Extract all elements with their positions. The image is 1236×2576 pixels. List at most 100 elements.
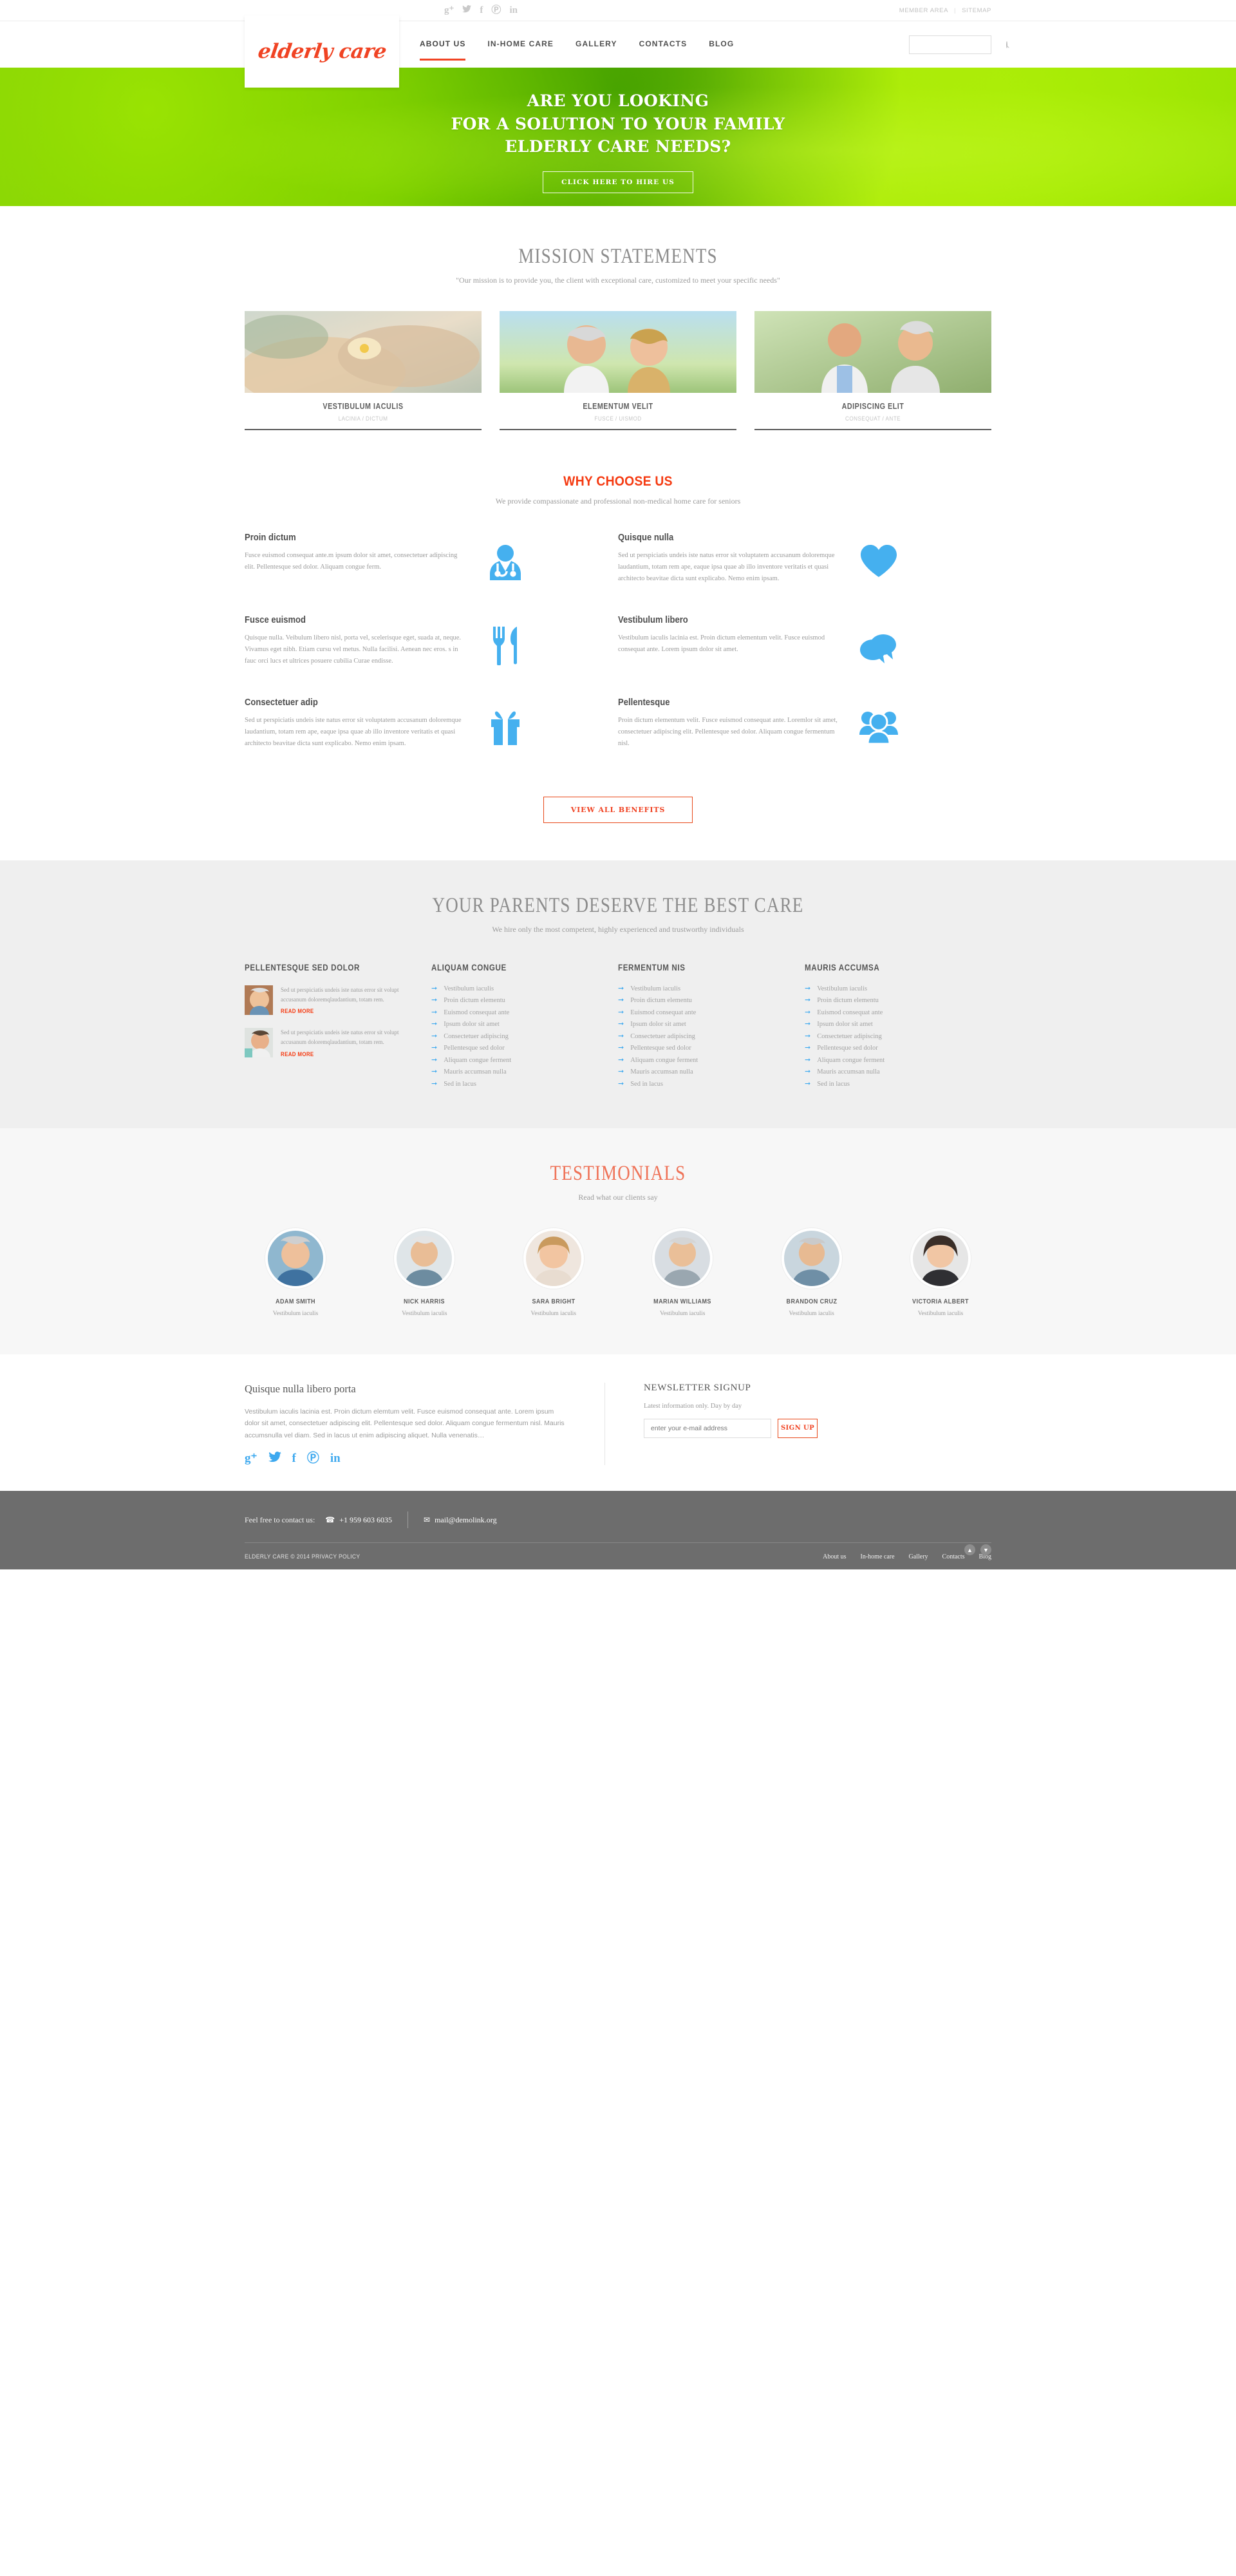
benefit-title: Consectetuer adip [245, 697, 318, 708]
member-area-link[interactable]: MEMBER AREA [899, 7, 948, 14]
mission-card[interactable]: VESTIBULUM IACULIS LACINIA / DICTUM [245, 310, 482, 430]
about-widget: Quisque nulla libero porta Vestibulum ia… [245, 1382, 605, 1465]
testimonial-name: VICTORIA ALBERT [912, 1297, 969, 1305]
hire-us-button[interactable]: CLICK HERE TO HIRE US [543, 171, 693, 193]
pinterest-icon[interactable]: Ⓟ [491, 5, 501, 15]
email-contact[interactable]: ✉ mail@demolink.org [424, 1515, 497, 1525]
linkedin-icon[interactable]: in [509, 5, 518, 15]
list-item[interactable]: ➞ Pellentesque sed dolor [805, 1045, 973, 1052]
mission-card[interactable]: ADIPISCING ELIT CONSEQUAT / ANTE [754, 310, 991, 430]
list-item[interactable]: ➞ Proin dictum elementu [431, 997, 600, 1005]
arrow-right-icon: ➞ [805, 984, 811, 992]
avatar [781, 1227, 842, 1289]
mission-card[interactable]: ELEMENTUM VELIT FUSCE / UISMOD [500, 310, 736, 430]
list-item[interactable]: ➞ Pellentesque sed dolor [431, 1045, 600, 1052]
read-more-link[interactable]: READ MORE [281, 1008, 314, 1014]
nav-item-about-us[interactable]: ABOUT US [420, 39, 466, 61]
list-item[interactable]: ➞ Sed in lacus [431, 1080, 600, 1088]
search-icon[interactable] [1006, 41, 1007, 48]
avatar [394, 1227, 455, 1289]
facebook-icon[interactable]: f [292, 1452, 296, 1464]
mission-title: MISSION STATEMENTS [518, 245, 718, 268]
benefit-item: Pellentesque Proin dictum elementum veli… [618, 697, 991, 773]
nav-item-blog[interactable]: BLOG [709, 39, 734, 50]
linkedin-icon[interactable]: in [330, 1452, 341, 1464]
list-item[interactable]: ➞ Mauris accumsan nulla [618, 1068, 787, 1076]
list-item[interactable]: ➞ Consectetuer adipiscing [805, 1032, 973, 1040]
logo[interactable]: elderly care [245, 15, 399, 88]
search-box[interactable] [909, 35, 1007, 54]
list-item[interactable]: ➞ Pellentesque sed dolor [618, 1045, 787, 1052]
newsletter-title: NEWSLETTER SIGNUP [644, 1382, 751, 1393]
testimonial-item[interactable]: MARIAN WILLIAMS Vestibulum iaculis [632, 1227, 733, 1317]
mission-card-caption: ADIPISCING ELIT CONSEQUAT / ANTE [754, 393, 991, 430]
mission-card-image-hands [245, 310, 482, 393]
testimonial-item[interactable]: BRANDON CRUZ Vestibulum iaculis [761, 1227, 863, 1317]
arrow-right-icon: ➞ [805, 1008, 811, 1016]
sitemap-link[interactable]: SITEMAP [962, 7, 991, 14]
parents-section: YOUR PARENTS DESERVE THE BEST CARE We hi… [0, 860, 1236, 1129]
arrow-right-icon: ➞ [618, 1079, 624, 1088]
list-item[interactable]: ➞ Sed in lacus [805, 1080, 973, 1088]
list-item[interactable]: ➞ Ipsum dolor sit amet [805, 1021, 973, 1028]
googleplus-icon[interactable]: g⁺ [444, 5, 454, 15]
search-input[interactable] [915, 41, 1006, 48]
list-item[interactable]: Sed ut perspiciatis undeis iste natus er… [245, 1028, 413, 1059]
list-item[interactable]: ➞ Mauris accumsan nulla [805, 1068, 973, 1076]
footer-nav-contacts[interactable]: Contacts [942, 1553, 965, 1560]
pinterest-icon[interactable]: Ⓟ [307, 1452, 319, 1464]
list-item[interactable]: ➞ Aliquam congue ferment [805, 1056, 973, 1064]
list-item[interactable]: ➞ Ipsum dolor sit amet [431, 1021, 600, 1028]
list-item[interactable]: ➞ Consectetuer adipiscing [618, 1032, 787, 1040]
site-header: elderly care ABOUT US IN-HOME CARE GALLE… [0, 15, 1236, 88]
arrow-right-icon: ➞ [618, 984, 624, 992]
list-item[interactable]: ➞ Euismod consequat ante [805, 1009, 973, 1016]
newsletter-signup-button[interactable]: SIGN UP [778, 1418, 818, 1438]
footer-nav-about-us[interactable]: About us [823, 1553, 846, 1560]
mission-card-title: ELEMENTUM VELIT [583, 401, 653, 411]
read-more-link[interactable]: READ MORE [281, 1051, 314, 1057]
list-item[interactable]: Sed ut perspiciatis undeis iste natus er… [245, 985, 413, 1017]
scroll-down-icon[interactable]: ▼ [980, 1544, 991, 1555]
list-item[interactable]: ➞ Vestibulum iaculis [805, 985, 973, 992]
phone-contact[interactable]: ☎ +1 959 603 6035 [325, 1515, 392, 1525]
list-item[interactable]: ➞ Aliquam congue ferment [618, 1056, 787, 1064]
list-item-label: Euismod consequat ante [444, 1009, 510, 1016]
view-all-benefits-button[interactable]: VIEW ALL BENEFITS [543, 797, 693, 824]
list-item[interactable]: ➞ Consectetuer adipiscing [431, 1032, 600, 1040]
newsletter-email-input[interactable] [644, 1418, 771, 1438]
list-item[interactable]: ➞ Euismod consequat ante [431, 1009, 600, 1016]
facebook-icon[interactable]: f [480, 5, 483, 15]
googleplus-icon[interactable]: g⁺ [245, 1452, 258, 1464]
nav-item-gallery[interactable]: GALLERY [576, 39, 617, 50]
list-item[interactable]: ➞ Euismod consequat ante [618, 1009, 787, 1016]
testimonial-name: BRANDON CRUZ [786, 1297, 838, 1305]
twitter-icon[interactable] [268, 1452, 281, 1465]
list-item[interactable]: ➞ Ipsum dolor sit amet [618, 1021, 787, 1028]
testimonial-item[interactable]: ADAM SMITH Vestibulum iaculis [245, 1227, 346, 1317]
about-widget-text: Vestibulum iaculis lacinia est. Proin di… [245, 1407, 565, 1439]
footer-nav-gallery[interactable]: Gallery [909, 1553, 928, 1560]
list-item[interactable]: ➞ Proin dictum elementu [805, 997, 973, 1005]
arrow-right-icon: ➞ [431, 1044, 438, 1052]
testimonial-item[interactable]: NICK HARRIS Vestibulum iaculis [373, 1227, 475, 1317]
about-widget-title: Quisque nulla libero porta [245, 1382, 356, 1395]
list-item[interactable]: ➞ Vestibulum iaculis [431, 985, 600, 992]
footer-nav-in-home-care[interactable]: In-home care [861, 1553, 895, 1560]
list-item[interactable]: ➞ Aliquam congue ferment [431, 1056, 600, 1064]
testimonial-item[interactable]: SARA BRIGHT Vestibulum iaculis [503, 1227, 604, 1317]
why-choose-us-subtitle: We provide compassionate and professiona… [495, 496, 741, 506]
nav-item-contacts[interactable]: CONTACTS [639, 39, 688, 50]
list-item[interactable]: ➞ Proin dictum elementu [618, 997, 787, 1005]
list-item[interactable]: ➞ Sed in lacus [618, 1079, 787, 1088]
nav-item-in-home-care[interactable]: IN-HOME CARE [487, 39, 554, 50]
testimonial-name: MARIAN WILLIAMS [653, 1297, 712, 1305]
twitter-icon[interactable] [462, 5, 472, 15]
testimonial-item[interactable]: VICTORIA ALBERT Vestibulum iaculis [890, 1227, 991, 1317]
post-text: Sed ut perspiciatis undeis iste natus er… [281, 986, 399, 1003]
scroll-up-icon[interactable]: ▲ [964, 1544, 975, 1555]
list-item[interactable]: ➞ Vestibulum iaculis [618, 985, 787, 992]
list-item[interactable]: ➞ Mauris accumsan nulla [431, 1068, 600, 1076]
arrow-right-icon: ➞ [431, 1008, 438, 1016]
testimonial-name: SARA BRIGHT [532, 1297, 576, 1305]
